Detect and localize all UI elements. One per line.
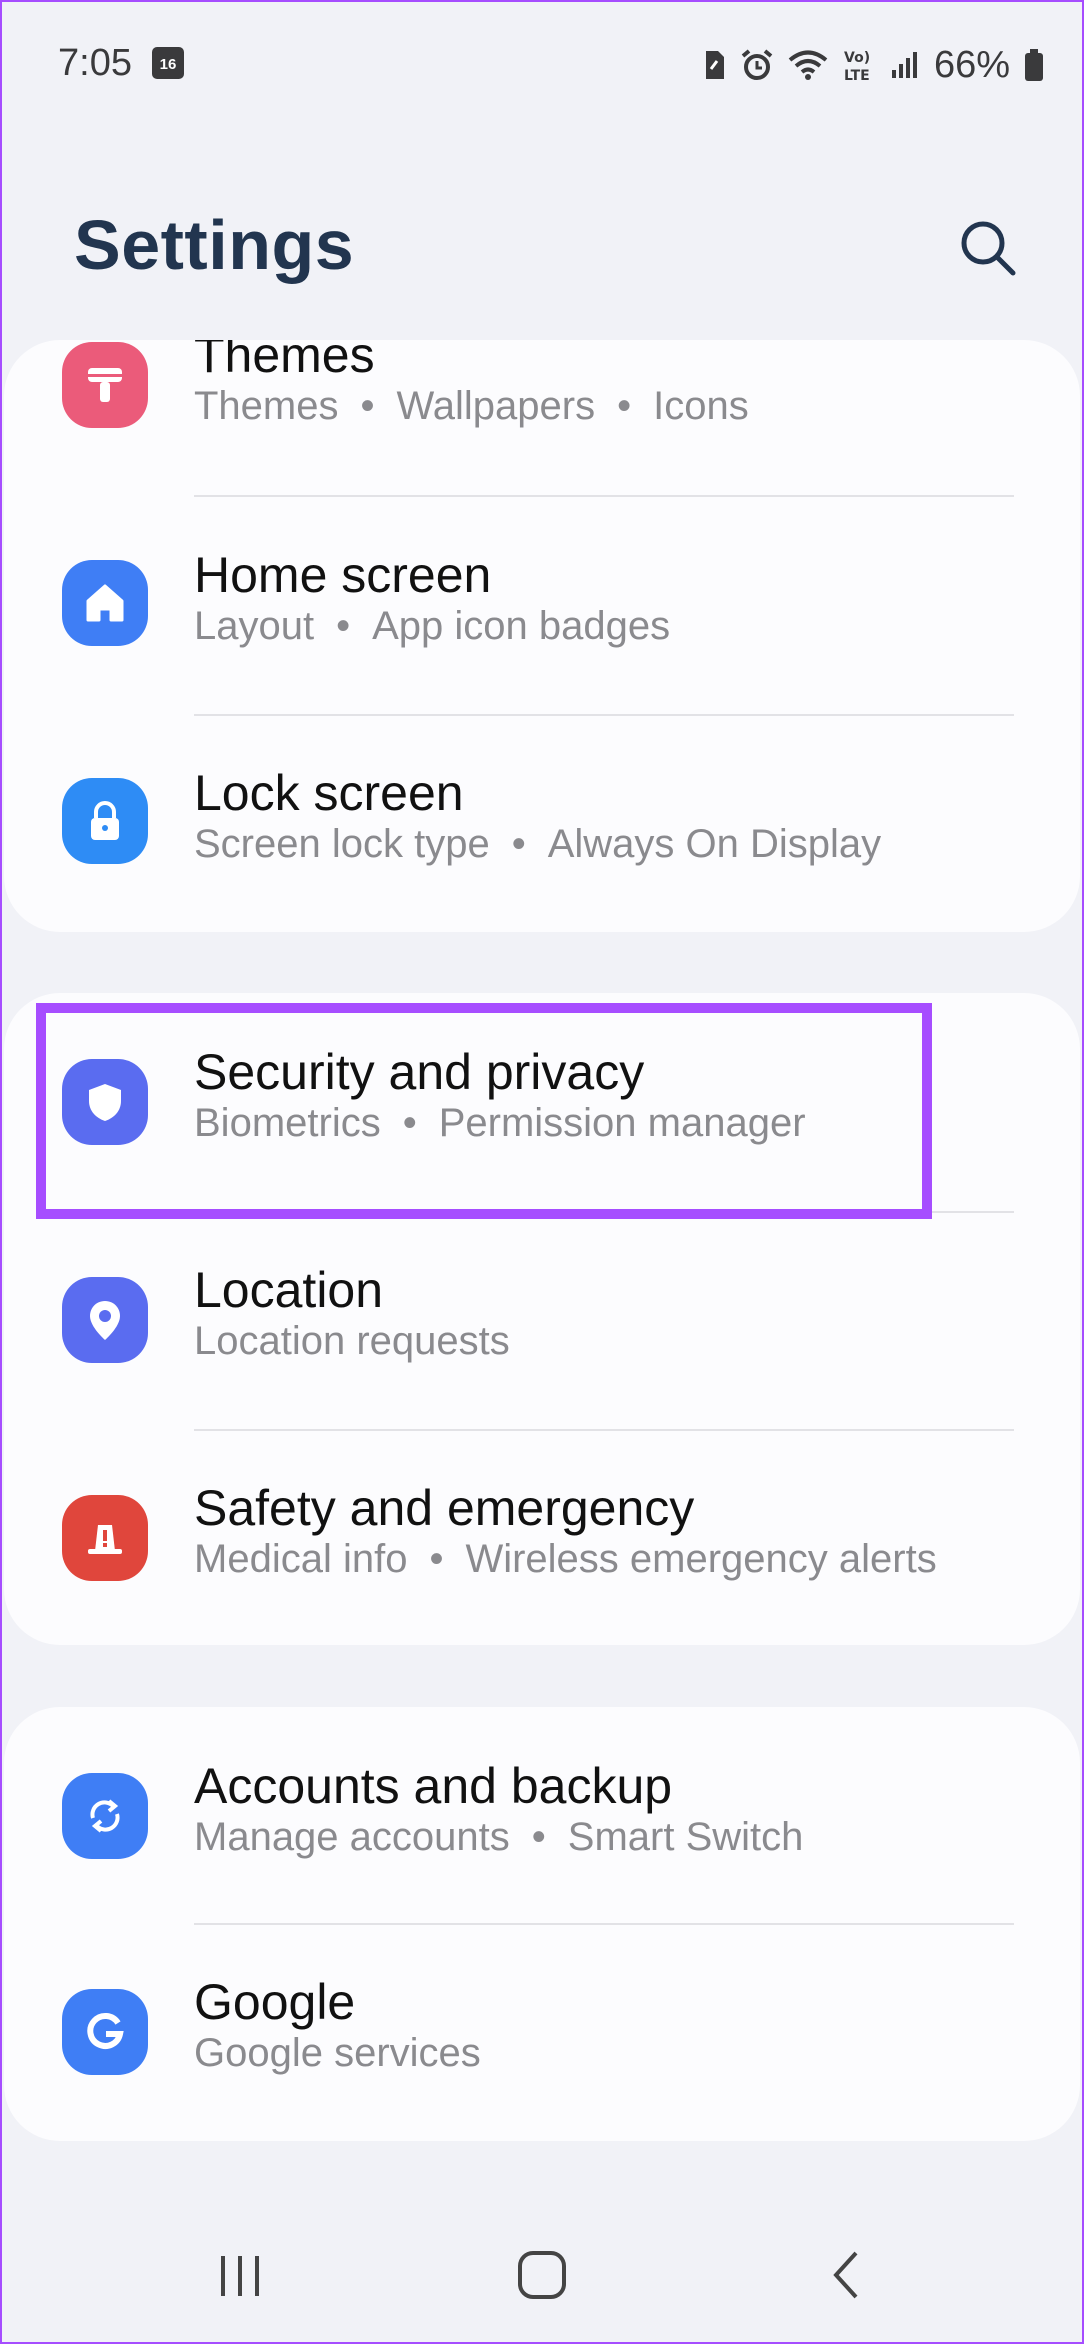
item-subtitle: Google services	[194, 2031, 481, 2075]
settings-item-accounts-backup[interactable]: Accounts and backup Manage accounts • Smar…	[4, 1707, 1080, 1925]
settings-item-home-screen[interactable]: Home screen Layout • App icon badges	[4, 496, 1080, 714]
settings-item-location[interactable]: Location Location requests	[4, 1211, 1080, 1429]
settings-item-lock-screen[interactable]: Lock screen Screen lock type • Always On D…	[4, 714, 1080, 932]
settings-group-security: Security and privacy Biometrics • Permissi…	[4, 993, 1080, 1645]
item-title: Google	[194, 1974, 356, 2030]
calendar-icon: 16	[152, 47, 184, 79]
item-title: Themes	[194, 340, 375, 383]
settings-item-security-privacy[interactable]: Security and privacy Biometrics • Permissi…	[4, 993, 1080, 1211]
svg-text:Vo): Vo)	[844, 50, 870, 66]
signal-icon	[891, 52, 917, 78]
svg-text:LTE: LTE	[844, 68, 870, 83]
search-icon	[961, 221, 1016, 276]
home-nav-icon	[518, 2251, 566, 2299]
status-bar: 7:05 16 Vo) LTE 66%	[0, 0, 1084, 130]
item-subtitle: Layout • App icon badges	[194, 604, 671, 648]
settings-item-themes[interactable]: Themes Themes • Wallpapers • Icons	[4, 340, 1080, 436]
item-title: Safety and emergency	[194, 1480, 695, 1536]
page-title: Settings	[74, 206, 355, 284]
back-button[interactable]	[786, 2230, 906, 2320]
item-subtitle: Biometrics • Permission manager	[194, 1101, 806, 1145]
sync-icon	[62, 1773, 148, 1859]
settings-item-google[interactable]: Google Google services	[4, 1923, 1080, 2141]
battery-icon	[1025, 49, 1043, 81]
battery-percent: 66%	[933, 43, 1010, 86]
item-subtitle: Manage accounts • Smart Switch	[194, 1815, 804, 1859]
lock-icon	[62, 778, 148, 864]
status-icons: Vo) LTE 66%	[702, 40, 1044, 90]
recents-icon	[221, 2256, 259, 2296]
volte-icon: Vo) LTE	[844, 50, 870, 83]
location-pin-icon	[62, 1277, 148, 1363]
status-time: 7:05	[58, 42, 132, 84]
item-subtitle: Medical info • Wireless emergency alerts	[194, 1537, 937, 1581]
settings-group-accounts: Accounts and backup Manage accounts • Smar…	[4, 1707, 1080, 2141]
item-subtitle: Themes • Wallpapers • Icons	[194, 384, 749, 428]
navigation-bar	[0, 2200, 1084, 2344]
alarm-icon	[741, 49, 773, 80]
item-title: Security and privacy	[194, 1044, 645, 1100]
item-subtitle: Location requests	[194, 1319, 510, 1363]
settings-item-safety-emergency[interactable]: Safety and emergency Medical info • Wirele…	[4, 1429, 1080, 1645]
item-title: Location	[194, 1262, 384, 1318]
item-subtitle: Screen lock type • Always On Display	[194, 822, 882, 866]
emergency-icon	[62, 1495, 148, 1581]
wifi-icon	[788, 50, 828, 80]
item-title: Home screen	[194, 547, 492, 603]
item-title: Lock screen	[194, 765, 464, 821]
shield-icon	[62, 1059, 148, 1145]
home-button[interactable]	[482, 2230, 602, 2320]
item-title: Accounts and backup	[194, 1758, 673, 1814]
google-icon	[62, 1989, 148, 2075]
home-icon	[62, 560, 148, 646]
brush-icon	[62, 342, 148, 428]
sim-icon	[705, 51, 724, 79]
search-button[interactable]	[952, 212, 1024, 284]
recents-button[interactable]	[180, 2230, 300, 2320]
settings-group-display: Themes Themes • Wallpapers • Icons Home scre…	[4, 340, 1080, 932]
back-icon	[833, 2251, 858, 2299]
